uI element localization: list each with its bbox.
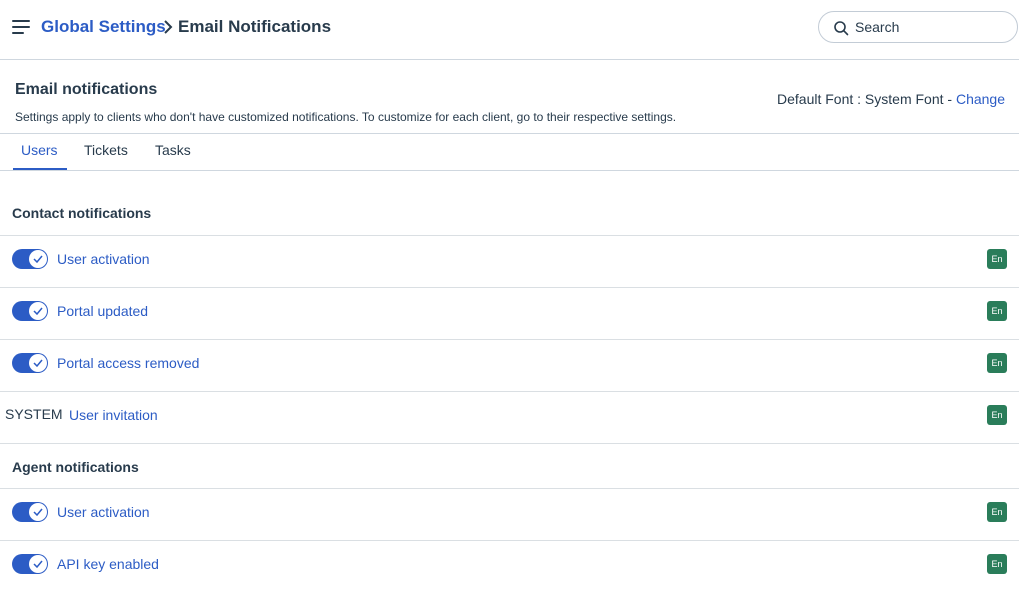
language-badge[interactable]: En: [987, 502, 1007, 522]
breadcrumb-current: Email Notifications: [178, 17, 332, 36]
menu-icon[interactable]: [12, 19, 30, 35]
page-subtitle: Settings apply to clients who don't have…: [15, 110, 677, 124]
notification-link[interactable]: User activation: [57, 504, 150, 520]
notification-row: SYSTEM User invitation En: [0, 391, 1019, 443]
check-icon: [33, 508, 43, 516]
notification-toggle[interactable]: [12, 301, 48, 321]
notification-row: User activation En: [0, 488, 1019, 540]
notification-link[interactable]: User activation: [57, 251, 150, 267]
page-title: Email notifications: [15, 81, 158, 98]
notification-link[interactable]: Portal updated: [57, 303, 148, 319]
check-icon: [33, 255, 43, 263]
language-badge[interactable]: En: [987, 405, 1007, 425]
search-box[interactable]: [818, 11, 1018, 43]
tab-users[interactable]: Users: [21, 142, 58, 158]
search-input[interactable]: [855, 17, 1005, 37]
notification-link[interactable]: User invitation: [69, 407, 158, 423]
notification-row: Portal updated En: [0, 287, 1019, 339]
default-font-label: Default Font : System Font -: [777, 91, 956, 107]
toggle-knob: [29, 354, 47, 372]
language-badge[interactable]: En: [987, 301, 1007, 321]
search-icon: [834, 21, 849, 36]
toggle-knob: [29, 555, 47, 573]
notification-toggle[interactable]: [12, 353, 48, 373]
tab-bar: Users Tickets Tasks: [0, 133, 1019, 171]
notification-row: API key enabled En: [0, 540, 1019, 589]
tab-tickets[interactable]: Tickets: [84, 142, 128, 158]
language-badge[interactable]: En: [987, 249, 1007, 269]
tab-tasks[interactable]: Tasks: [155, 142, 191, 158]
language-badge[interactable]: En: [987, 353, 1007, 373]
toggle-knob: [29, 250, 47, 268]
language-badge[interactable]: En: [987, 554, 1007, 574]
section-title-agent: Agent notifications: [12, 459, 139, 475]
top-header: Global Settings Email Notifications: [0, 0, 1019, 60]
change-font-link[interactable]: Change: [956, 91, 1005, 107]
active-tab-indicator: [13, 168, 67, 170]
chevron-right-icon: [164, 20, 173, 34]
section-title-contact: Contact notifications: [12, 205, 152, 221]
notification-link[interactable]: Portal access removed: [57, 355, 199, 371]
notification-toggle[interactable]: [12, 249, 48, 269]
default-font-setting: Default Font : System Font - Change: [777, 91, 1005, 107]
toggle-knob: [29, 503, 47, 521]
notification-link[interactable]: API key enabled: [57, 556, 159, 572]
toggle-knob: [29, 302, 47, 320]
notification-toggle[interactable]: [12, 554, 48, 574]
notification-toggle[interactable]: [12, 502, 48, 522]
notification-row: User activation En: [0, 235, 1019, 287]
section-header-row: Agent notifications: [0, 443, 1019, 488]
check-icon: [33, 560, 43, 568]
check-icon: [33, 359, 43, 367]
breadcrumb-global-settings[interactable]: Global Settings: [41, 17, 166, 37]
check-icon: [33, 307, 43, 315]
notification-row: Portal access removed En: [0, 339, 1019, 391]
system-tag: SYSTEM: [5, 406, 63, 422]
